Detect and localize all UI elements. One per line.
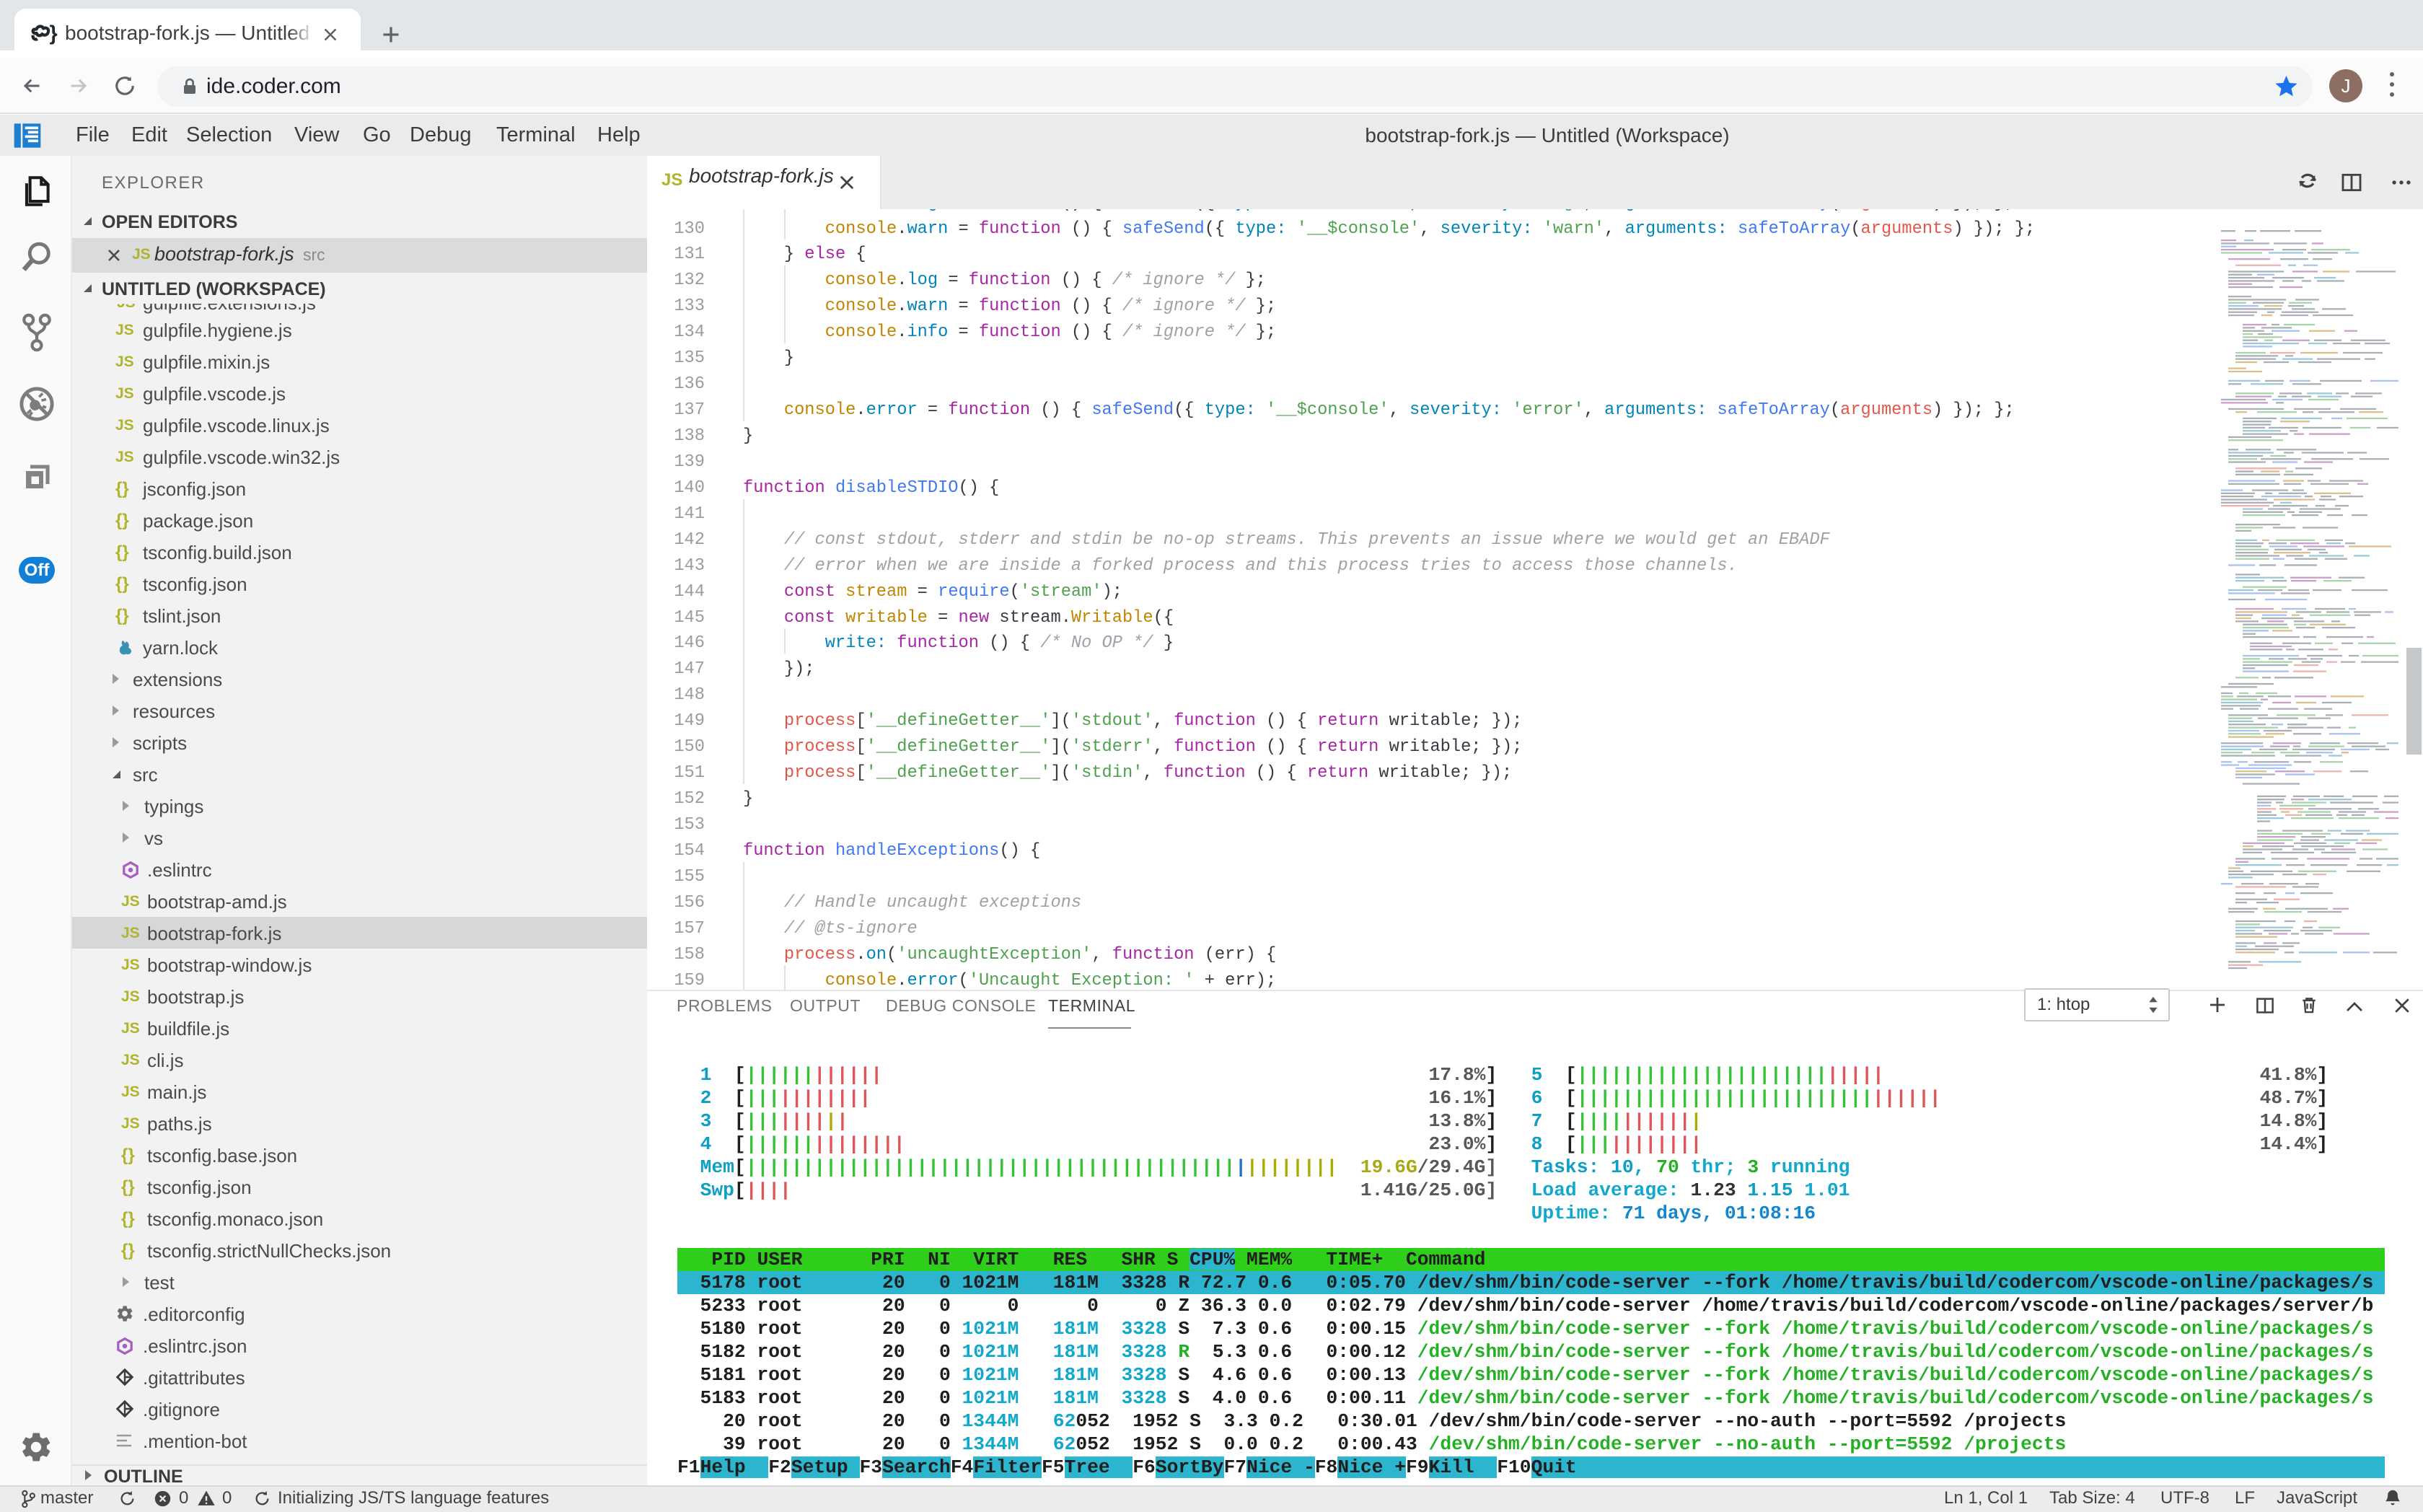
svg-text:}: } [49,22,57,45]
